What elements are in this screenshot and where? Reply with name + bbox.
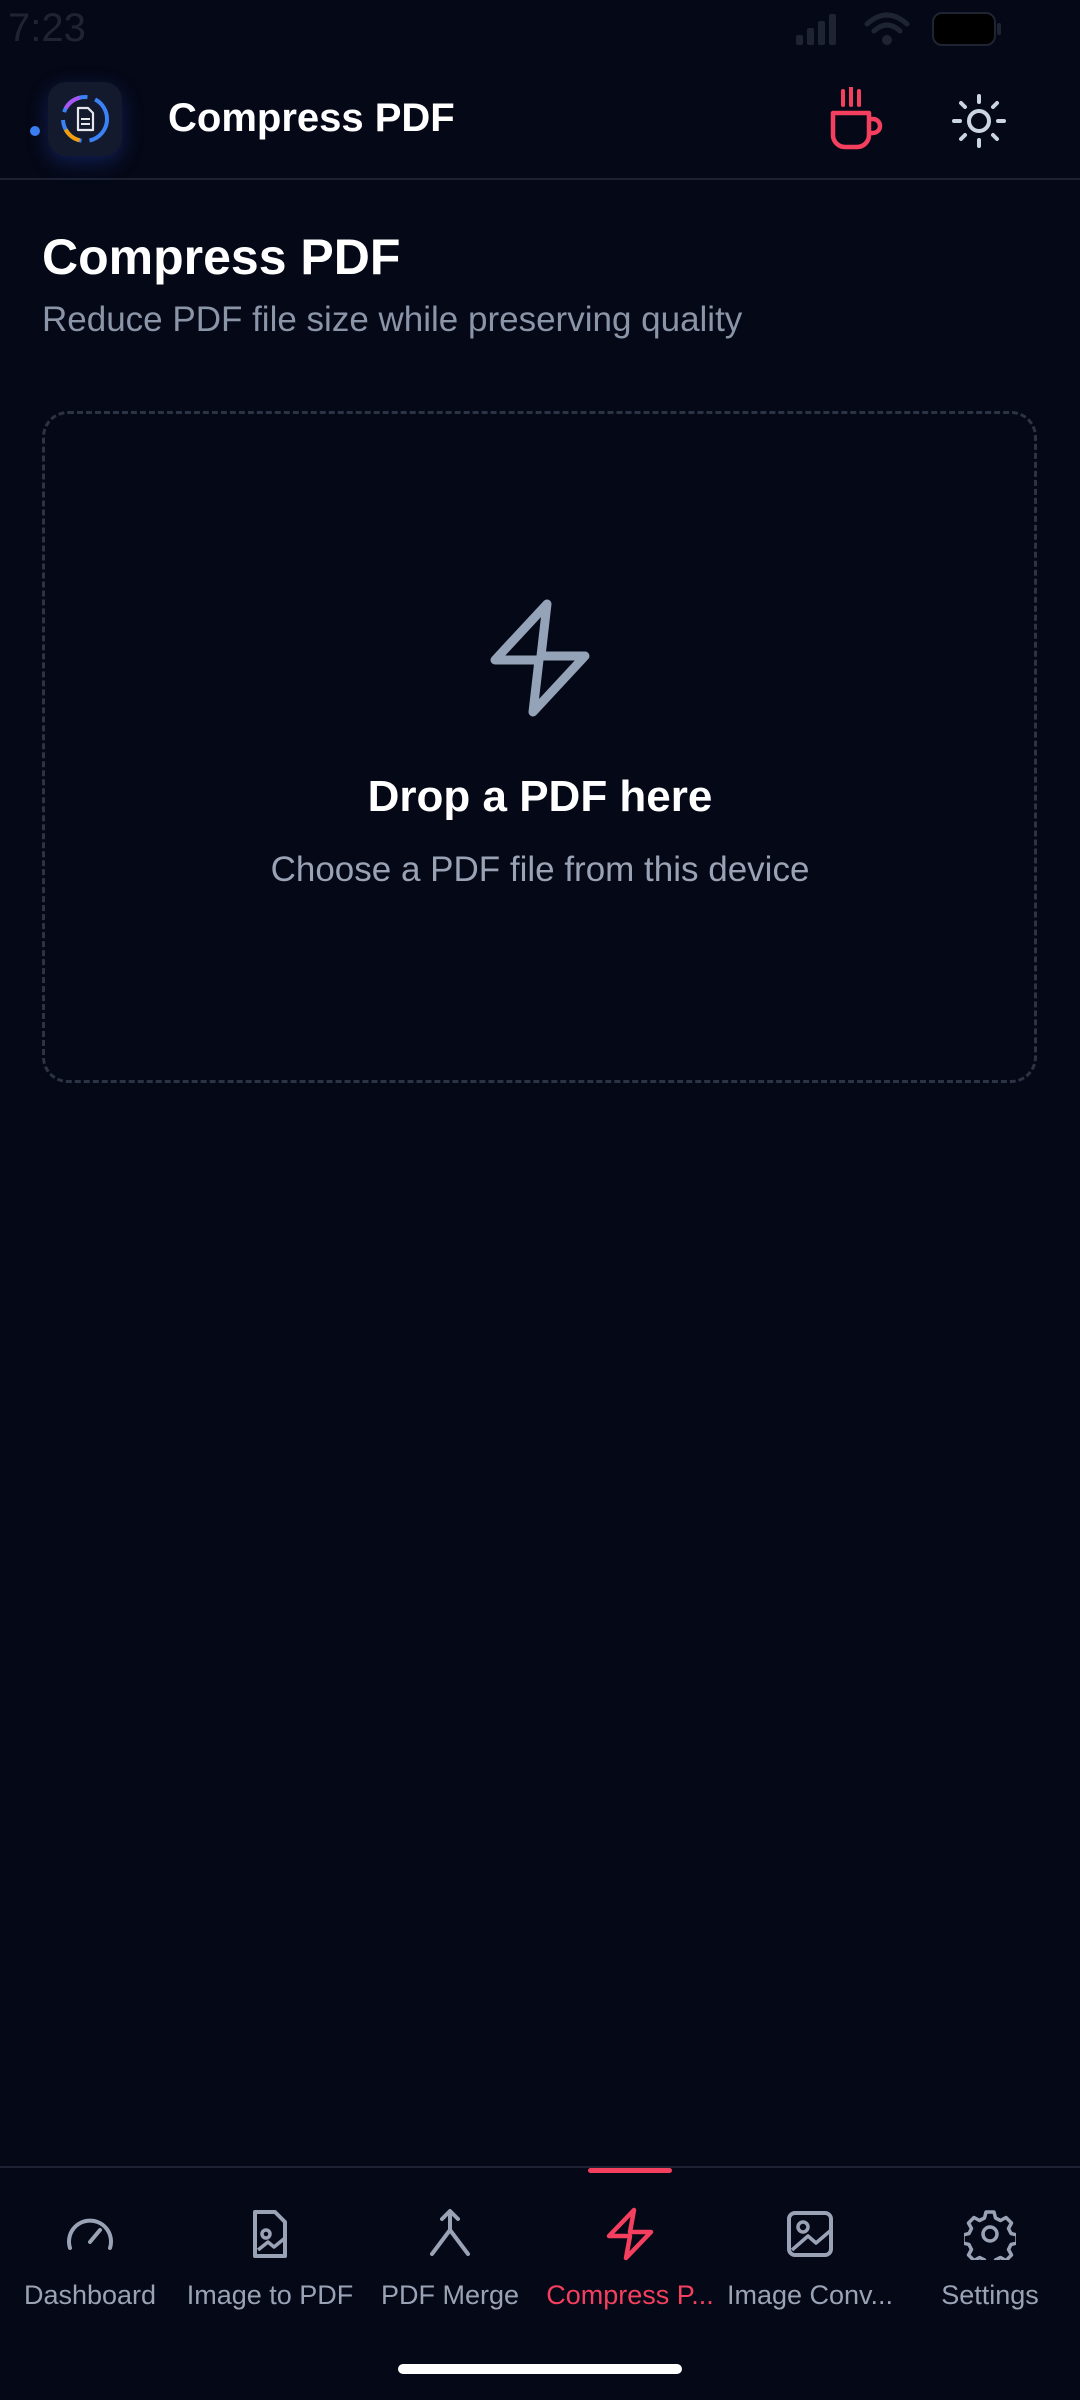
- screen: 7:23 Compress PDF Compress PDF Reduce PD…: [0, 0, 1080, 2400]
- nav-label: Dashboard: [23, 2280, 157, 2310]
- nav-item-image-to-pdf[interactable]: Image to PDF: [180, 2168, 360, 2328]
- gear-icon: [900, 2204, 1080, 2264]
- status-bar: 7:23: [0, 0, 1080, 60]
- nav-label: PDF Merge: [380, 2280, 520, 2310]
- app-bar: Compress PDF: [0, 60, 1080, 180]
- nav-item-settings[interactable]: Settings: [900, 2168, 1080, 2328]
- page-subtitle: Reduce PDF file size while preserving qu…: [42, 300, 743, 339]
- status-icons: [794, 12, 1002, 46]
- image-file-icon: [180, 2204, 360, 2264]
- pdf-drop-zone[interactable]: [42, 411, 1037, 1083]
- nav-label: Compress P...: [546, 2280, 714, 2310]
- nav-item-pdf-merge[interactable]: PDF Merge: [360, 2168, 540, 2328]
- merge-icon: [360, 2204, 540, 2264]
- coffee-cup-icon: [830, 87, 883, 150]
- lightning-bolt-icon: [490, 599, 590, 717]
- gauge-icon: [0, 2204, 180, 2264]
- home-indicator[interactable]: [398, 2364, 682, 2374]
- nav-label: Image to PDF: [186, 2280, 354, 2310]
- theme-toggle-button[interactable]: [946, 88, 1012, 154]
- drop-zone-subtitle: Choose a PDF file from this device: [270, 850, 810, 889]
- nav-item-image-converter[interactable]: Image Conv...: [720, 2168, 900, 2328]
- drop-zone-title: Drop a PDF here: [367, 772, 713, 821]
- cellular-signal-icon: [796, 14, 836, 45]
- app-logo-graphic: [61, 95, 109, 143]
- app-title: Compress PDF: [168, 96, 455, 140]
- wifi-icon: [864, 12, 910, 45]
- nav-label: Settings: [941, 2280, 1039, 2310]
- coffee-button[interactable]: [822, 84, 888, 156]
- status-dot: [30, 126, 40, 136]
- battery-icon: [932, 12, 1001, 46]
- status-time: 7:23: [8, 6, 86, 50]
- lightning-bolt-icon: [540, 2204, 720, 2264]
- sun-icon: [952, 94, 1006, 148]
- nav-item-compress-pdf[interactable]: Compress P...: [540, 2168, 720, 2328]
- nav-label: Image Conv...: [726, 2280, 894, 2310]
- page-title: Compress PDF: [42, 229, 401, 285]
- nav-item-dashboard[interactable]: Dashboard: [0, 2168, 180, 2328]
- image-icon: [720, 2204, 900, 2264]
- app-logo-icon[interactable]: [48, 82, 122, 156]
